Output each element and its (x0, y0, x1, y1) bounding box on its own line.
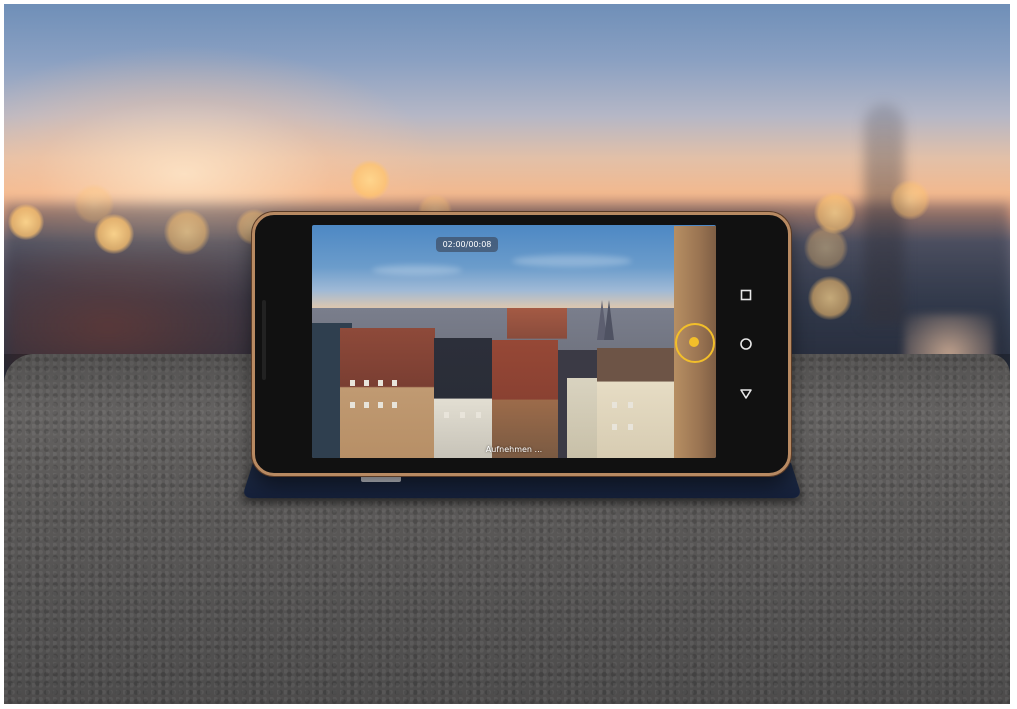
window (628, 402, 633, 408)
window (350, 402, 355, 408)
window (350, 380, 355, 386)
window (612, 402, 617, 408)
android-nav-bar (722, 228, 772, 458)
window (476, 412, 481, 418)
bokeh-light (164, 209, 210, 255)
window (612, 424, 617, 430)
cloud (512, 255, 632, 267)
window (392, 402, 397, 408)
city-rooftops (312, 226, 716, 458)
camera-viewfinder[interactable]: 02:00/00:08 Aufnehmen ... (312, 225, 716, 458)
red-roof-house (340, 328, 435, 458)
bokeh-light (74, 184, 114, 224)
window (392, 380, 397, 386)
window (460, 412, 465, 418)
window (364, 402, 369, 408)
gabled-house (597, 348, 677, 458)
bokeh-light (890, 180, 930, 220)
exposure-sun-icon[interactable] (689, 337, 699, 347)
dark-roof-house (434, 338, 492, 458)
window (378, 402, 383, 408)
window (628, 424, 633, 430)
back-triangle-icon[interactable] (737, 385, 755, 403)
window (364, 380, 369, 386)
cloud (372, 265, 462, 275)
bokeh-light (808, 276, 852, 320)
recording-timer: 02:00/00:08 (436, 237, 498, 252)
recents-square-icon[interactable] (737, 286, 755, 304)
window (378, 380, 383, 386)
phone-speaker (262, 300, 266, 380)
bokeh-light (350, 160, 390, 200)
recording-status: Aufnehmen ... (485, 445, 543, 454)
bokeh-light (8, 204, 44, 240)
church-spire (604, 300, 614, 340)
bokeh-light (804, 226, 848, 270)
window (444, 412, 449, 418)
home-circle-icon[interactable] (737, 335, 755, 353)
